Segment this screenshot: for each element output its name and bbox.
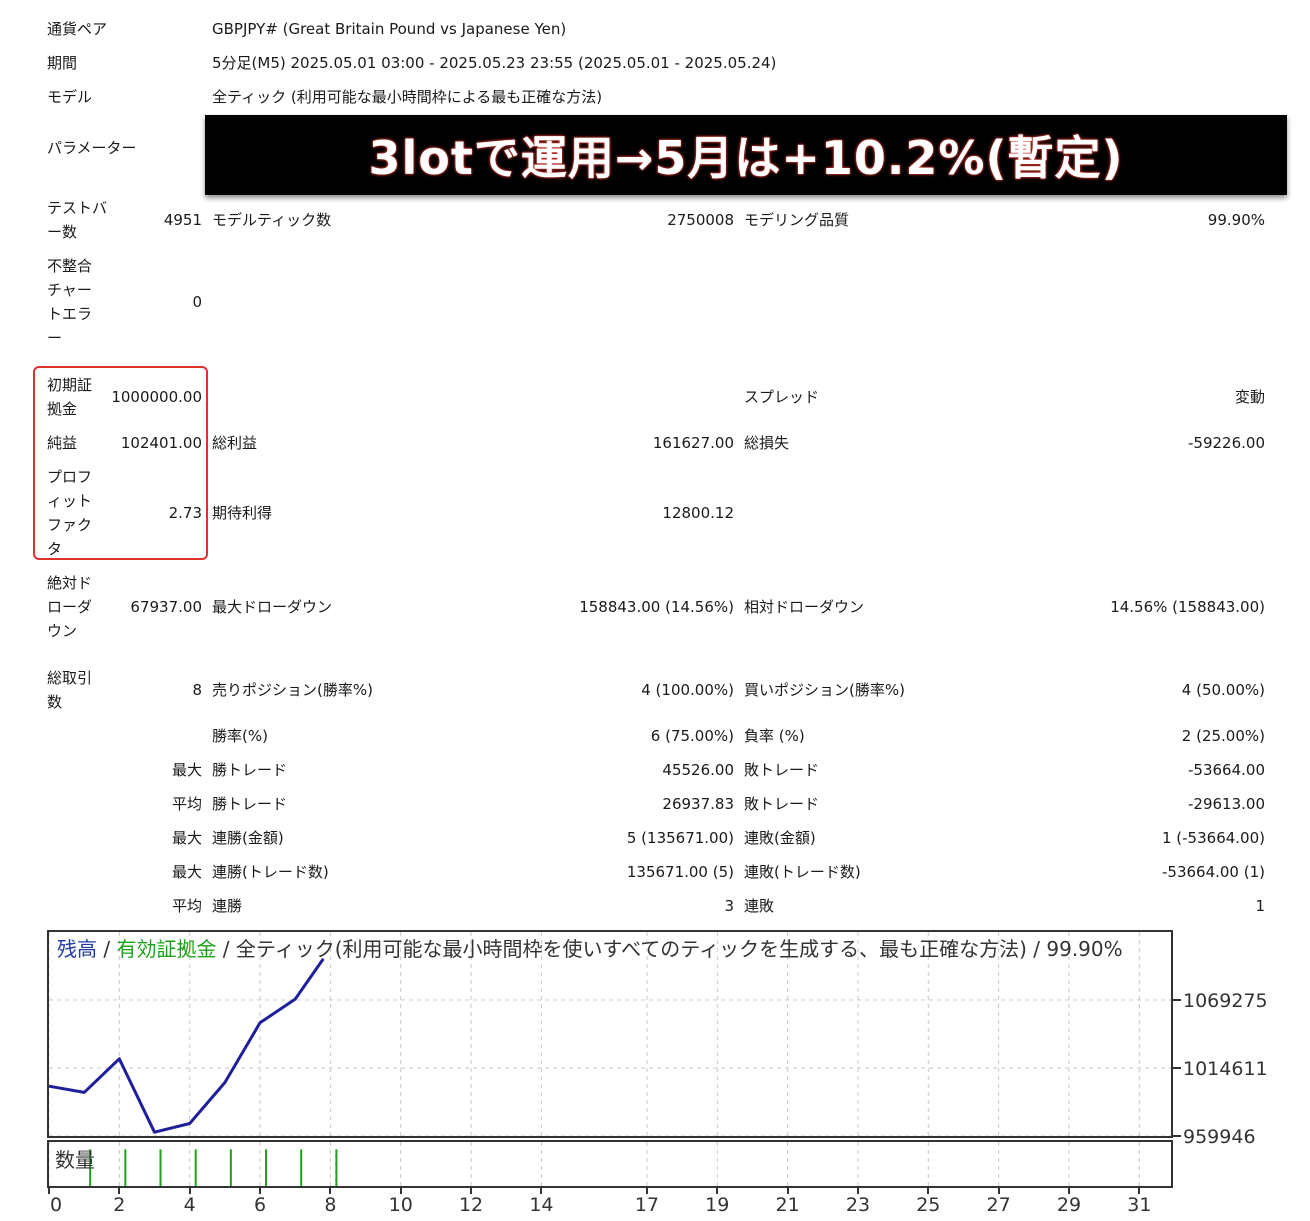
y-tick-label: 959946 — [1183, 1126, 1256, 1148]
x-tick-label: 23 — [845, 1194, 871, 1216]
x-tick-label: 25 — [916, 1194, 941, 1216]
x-tick-label: 6 — [253, 1194, 267, 1216]
legend-balance: 残高 — [57, 937, 97, 961]
x-tick-label: 31 — [1127, 1194, 1152, 1216]
volume-label: 数量 — [55, 1148, 95, 1172]
chart-legend: 残高 / 有効証拠金 / 全ティック(利用可能な最小時間枠を使いすべてのティック… — [57, 936, 1123, 962]
y-tick-mark — [1173, 1135, 1181, 1137]
x-tick-mark — [1138, 1187, 1141, 1194]
y-tick-label: 1069275 — [1183, 990, 1268, 1013]
x-tick-label: 0 — [49, 1194, 63, 1216]
y-tick-mark — [1173, 1067, 1181, 1070]
x-tick-mark — [259, 1187, 262, 1194]
x-tick-mark — [786, 1187, 789, 1194]
x-tick-label: 29 — [1056, 1194, 1082, 1216]
x-tick-mark — [118, 1187, 121, 1194]
x-tick-mark — [856, 1187, 859, 1194]
legend-model-text: 全ティック(利用可能な最小時間枠を使いすべてのティックを生成する、最も正確な方法… — [235, 937, 1123, 961]
x-tick-mark — [470, 1187, 473, 1194]
x-tick-mark — [716, 1187, 719, 1194]
x-tick-label: 4 — [183, 1194, 196, 1216]
x-tick-mark — [329, 1187, 332, 1194]
x-tick-label: 19 — [705, 1194, 730, 1216]
y-tick-label: 1014611 — [1183, 1058, 1268, 1081]
legend-separator: / — [97, 937, 117, 961]
x-tick-label: 8 — [324, 1194, 337, 1216]
x-tick-mark — [645, 1187, 648, 1194]
x-tick-mark — [48, 1187, 50, 1194]
y-tick-mark — [1173, 999, 1181, 1002]
x-tick-label: 21 — [775, 1194, 800, 1216]
x-tick-label: 14 — [529, 1194, 554, 1216]
x-tick-mark — [399, 1187, 402, 1194]
x-tick-label: 10 — [388, 1194, 413, 1216]
legend-equity: 有効証拠金 — [116, 937, 217, 961]
x-tick-mark — [1068, 1187, 1070, 1194]
x-tick-mark — [188, 1187, 191, 1194]
chart-panel: 残高 / 有効証拠金 / 全ティック(利用可能な最小時間枠を使いすべてのティック… — [47, 930, 1173, 1138]
x-tick-label: 2 — [113, 1194, 126, 1216]
x-tick-label: 17 — [634, 1194, 660, 1216]
x-tick-mark — [997, 1187, 1000, 1194]
legend-separator: / — [216, 937, 236, 961]
x-tick-mark — [540, 1187, 543, 1194]
x-tick-mark — [927, 1187, 930, 1194]
volume-panel: 数量 — [47, 1140, 1173, 1188]
x-tick-label: 27 — [986, 1194, 1011, 1216]
x-tick-label: 12 — [458, 1194, 484, 1216]
